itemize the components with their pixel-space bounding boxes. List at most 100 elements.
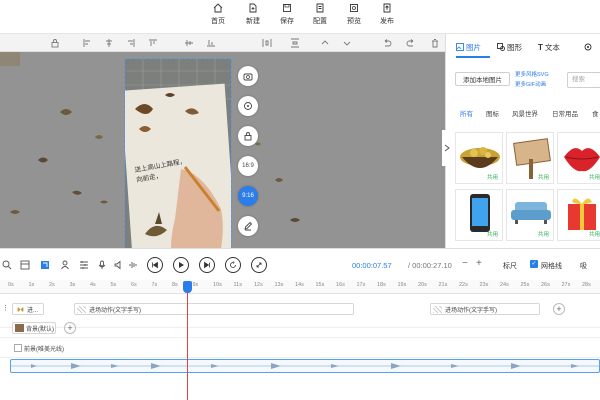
playhead-handle[interactable] <box>183 281 192 293</box>
category-all[interactable]: 所有 <box>460 108 473 118</box>
add-local-image-button[interactable]: 添加本地图片 <box>455 72 510 86</box>
panel-collapse-handle[interactable] <box>442 130 452 166</box>
thumbnail-coins-bowl[interactable]: 共用 <box>455 132 503 184</box>
thumbnail-red-lips[interactable]: 共用 <box>557 132 600 184</box>
ruler-tick: 10s <box>213 282 222 288</box>
settings-icon <box>316 3 324 13</box>
tab-images[interactable]: 图片 <box>456 40 481 54</box>
audio-icon[interactable] <box>114 260 124 270</box>
ruler-tick: 7s <box>151 282 158 288</box>
add-background-button[interactable]: + <box>64 322 76 334</box>
tab-text[interactable]: T 文本 <box>538 40 560 54</box>
asset-panel: 图片 图形 T 文本 添加本地图片 更多风格SVG 更多GIF动画 搜索 所有 … <box>445 34 600 248</box>
lock-icon[interactable] <box>50 38 60 48</box>
foreground-thumbnail <box>14 344 22 352</box>
photo-layer[interactable]: 送上高山上路程， 向前走， <box>124 58 232 248</box>
menu-publish[interactable]: 发布 <box>374 3 400 26</box>
split-icon[interactable] <box>20 260 30 270</box>
ruler-tick: 22s <box>459 282 468 288</box>
more-svg-link[interactable]: 更多风格SVG <box>515 70 549 78</box>
undo-icon[interactable] <box>382 38 392 48</box>
more-gif-link[interactable]: 更多GIF动画 <box>515 80 546 88</box>
background-clip[interactable]: 背景(默认) <box>12 322 56 334</box>
thumbnail-badge: 共用 <box>537 175 549 181</box>
lock-button[interactable] <box>238 126 258 146</box>
position-button[interactable] <box>238 96 258 116</box>
scene-clip[interactable]: 进... <box>12 303 44 315</box>
skip-back-button[interactable] <box>147 257 163 273</box>
transition-clip-2[interactable]: 进场动作(文字手写) <box>430 303 540 315</box>
category-icons[interactable]: 图标 <box>486 108 499 118</box>
zoom-icon[interactable] <box>2 260 12 270</box>
align-center-icon[interactable] <box>104 38 114 48</box>
category-food[interactable]: 食 <box>592 108 599 118</box>
align-middle-icon[interactable] <box>184 38 194 48</box>
tab-text-label: 文本 <box>544 42 560 52</box>
edit-button[interactable] <box>238 216 258 236</box>
screenshot-button[interactable] <box>238 66 258 86</box>
crop-icon[interactable] <box>40 260 50 270</box>
thumbnail-gift-box[interactable]: 共用 <box>557 189 600 241</box>
play-button[interactable] <box>173 257 189 273</box>
align-top-icon[interactable] <box>148 38 158 48</box>
ruler-tick: 18s <box>377 282 386 288</box>
align-left-icon[interactable] <box>82 38 92 48</box>
menu-settings[interactable]: 配置 <box>307 3 333 26</box>
clip-handle <box>77 306 86 313</box>
fullscreen-icon <box>256 262 262 268</box>
menu-new[interactable]: 新建 <box>240 3 266 26</box>
foreground-clip-label: 前景(唯美光线) <box>24 346 64 353</box>
align-bottom-icon[interactable] <box>206 38 216 48</box>
ruler-tick: 2s <box>49 282 55 288</box>
grid-label: 网格线 <box>541 263 562 270</box>
audio-wave-icon[interactable] <box>128 260 138 270</box>
fullscreen-button[interactable] <box>251 257 267 273</box>
text-icon: T <box>538 42 543 52</box>
audio-clip[interactable] <box>10 359 600 373</box>
menu-save[interactable]: 保存 <box>274 3 300 26</box>
zoom-out-button[interactable]: − <box>462 258 468 269</box>
layer-up-icon[interactable] <box>320 38 330 48</box>
menu-preview[interactable]: 预览 <box>341 3 367 26</box>
thumbnail-badge: 共用 <box>588 175 600 181</box>
distribute-horizontal-icon[interactable] <box>262 38 272 48</box>
foreground-clip[interactable]: 前景(唯美光线) <box>12 342 78 354</box>
menu-preview-label: 预览 <box>347 18 361 25</box>
align-right-icon[interactable] <box>126 38 136 48</box>
thumbnail-wooden-sign[interactable]: 共用 <box>506 132 554 184</box>
filter-icon[interactable] <box>79 260 89 270</box>
distribute-vertical-icon[interactable] <box>290 38 300 48</box>
menu-home[interactable]: 首页 <box>205 3 231 26</box>
grid-checkbox[interactable]: ✓ <box>530 260 538 268</box>
snap-label[interactable]: 吸 <box>580 261 587 271</box>
microphone-icon[interactable] <box>97 260 107 270</box>
zoom-in-button[interactable]: + <box>476 258 482 269</box>
ruler-tick: 17s <box>356 282 366 288</box>
ruler-tick: 6s <box>131 282 137 288</box>
delete-icon[interactable] <box>430 38 440 48</box>
person-icon[interactable] <box>60 260 70 270</box>
ratio-9-16-button[interactable]: 9:16 <box>238 186 258 206</box>
add-clip-button[interactable]: + <box>553 303 565 315</box>
image-icon <box>456 43 464 51</box>
ruler-toggle[interactable]: 标尺 <box>503 261 517 271</box>
ratio-16-9-button[interactable]: 16:9 <box>238 156 258 176</box>
save-icon <box>283 4 291 12</box>
layer-down-icon[interactable] <box>342 38 352 48</box>
tab-shapes[interactable]: 图形 <box>497 40 522 54</box>
ruler-tick: 15s <box>315 282 325 288</box>
timeline-ruler[interactable]: 0s 1s 2s 3s 4s 5s 6s 7s 8s 9s 10s 11s 12s 13s 14s 15s 16… <box>0 280 600 294</box>
tab-more[interactable] <box>584 40 592 54</box>
editor-canvas[interactable]: 送上高山上路程， 向前走， 16:9 9:16 <box>0 52 445 248</box>
category-scenery[interactable]: 风景世界 <box>512 108 538 118</box>
ruler-tick: 5s <box>110 282 117 288</box>
thumbnail-smartphone[interactable]: 共用 <box>455 189 503 241</box>
skip-forward-button[interactable] <box>199 257 215 273</box>
search-input[interactable]: 搜索 <box>567 72 600 88</box>
menu-save-label: 保存 <box>280 18 294 25</box>
replay-button[interactable] <box>225 257 241 273</box>
redo-icon[interactable] <box>406 38 416 48</box>
transition-clip-1[interactable]: 进场动作(文字手写) <box>74 303 354 315</box>
thumbnail-sofa[interactable]: 共用 <box>506 189 554 241</box>
category-daily[interactable]: 日常用品 <box>552 108 578 118</box>
